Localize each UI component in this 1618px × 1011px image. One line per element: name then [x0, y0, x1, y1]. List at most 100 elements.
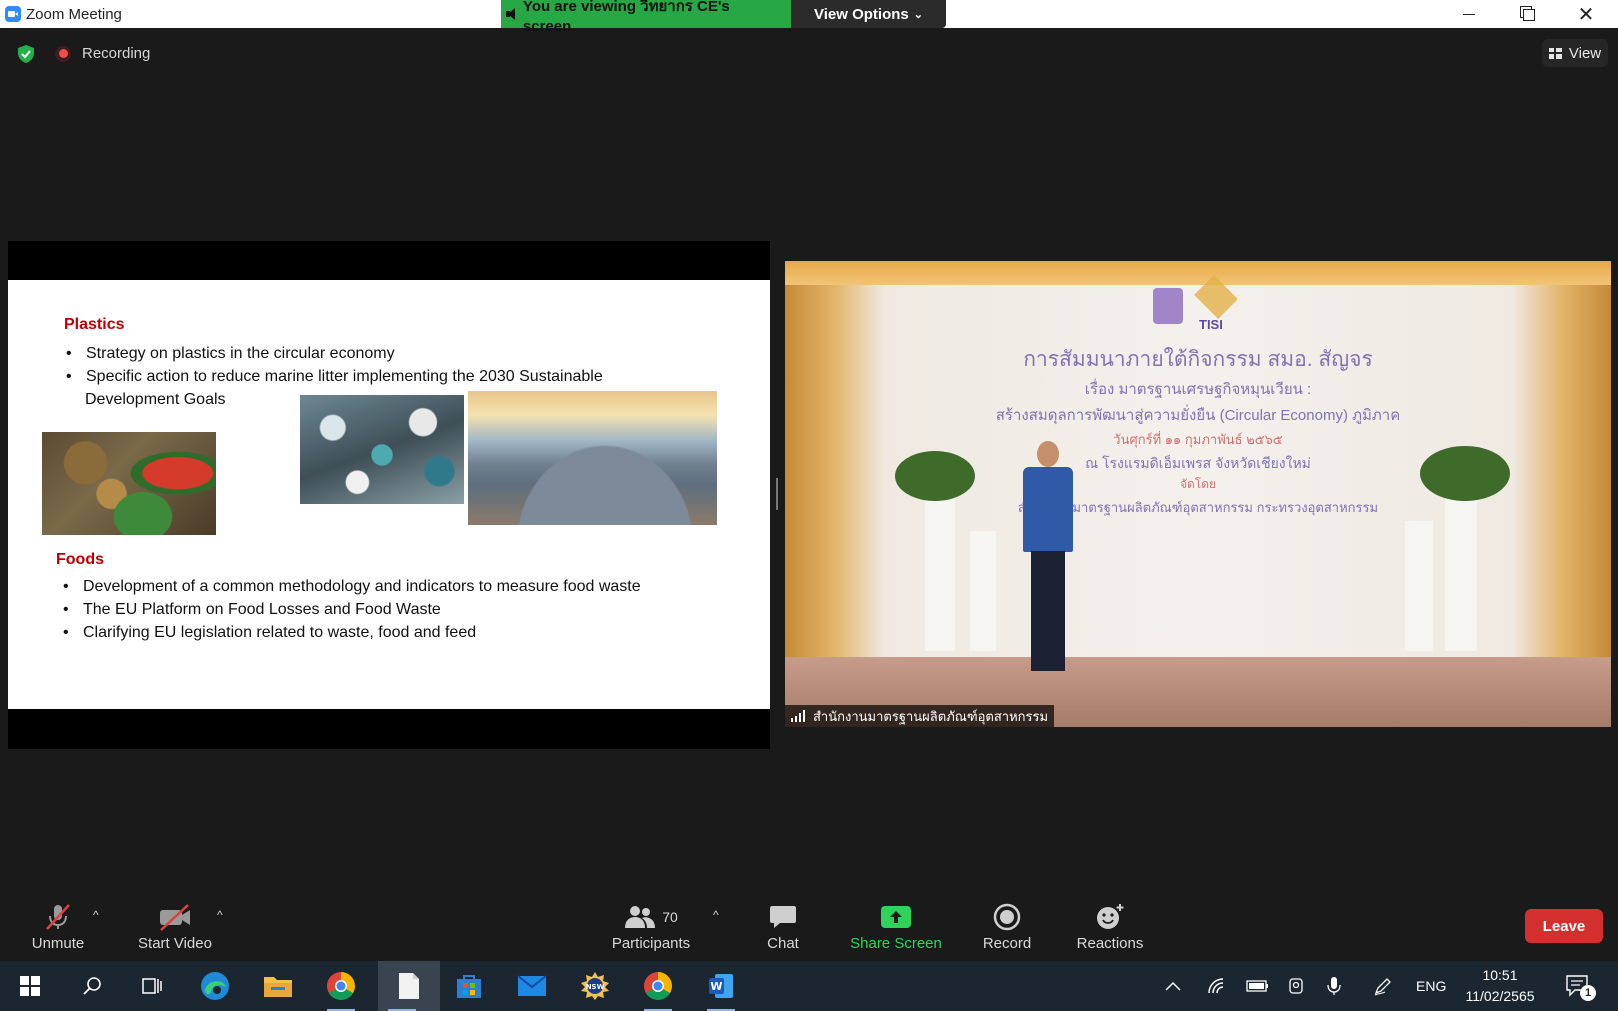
- participant-video-tile[interactable]: TISI การสัมมนาภายใต้กิจกรรม สมอ. สัญจร เ…: [785, 261, 1611, 727]
- start-video-button[interactable]: Start Video: [130, 902, 220, 952]
- language-indicator[interactable]: ENG: [1416, 961, 1446, 1011]
- battery-icon: [1246, 980, 1268, 992]
- participants-count: 70: [662, 909, 678, 925]
- signal-strength-icon: [791, 710, 805, 722]
- windows-start-button[interactable]: [6, 961, 54, 1011]
- task-view-button[interactable]: [128, 961, 176, 1011]
- share-screen-button[interactable]: Share Screen: [846, 902, 946, 952]
- zoom-meeting-window: Zoom Meeting ✕ You are viewing วิทยากร C…: [0, 0, 1618, 1011]
- clock-date: 11/02/2565: [1465, 988, 1535, 1004]
- foods-bullet: Development of a common methodology and …: [61, 575, 641, 598]
- plastic-waste-image: [300, 395, 464, 504]
- participants-label: Participants: [611, 935, 691, 952]
- view-options-button[interactable]: View Options ⌄: [791, 0, 946, 28]
- camera-tray[interactable]: [1287, 961, 1305, 1011]
- chrome-app[interactable]: [317, 961, 365, 1011]
- search-button[interactable]: [68, 961, 116, 1011]
- record-icon: [993, 903, 1021, 931]
- notepad-app[interactable]: [378, 961, 440, 1011]
- foods-bullet: Clarifying EU legislation related to was…: [61, 621, 641, 644]
- chevron-down-icon: ⌄: [913, 8, 923, 21]
- foods-heading: Foods: [56, 551, 104, 568]
- participant-name-tag: สำนักงานมาตรฐานผลิตภัณฑ์อุตสาหกรรม: [785, 705, 1055, 727]
- view-options-label: View Options: [814, 5, 909, 23]
- minimize-button[interactable]: [1446, 0, 1492, 28]
- plastics-bullet: Specific action to reduce marine litter …: [64, 365, 603, 388]
- stage-line: เรื่อง มาตรฐานเศรษฐกิจหมุนเวียน :: [1084, 381, 1312, 398]
- security-shield-icon[interactable]: [16, 44, 36, 64]
- reactions-button[interactable]: Reactions: [1070, 902, 1150, 952]
- clock[interactable]: 10:51 11/02/2565: [1458, 961, 1542, 1011]
- shared-screen: Plastics Strategy on plastics in the cir…: [8, 241, 770, 749]
- edge-app[interactable]: [191, 961, 239, 1011]
- stage-line: วันศุกร์ที่ ๑๑ กุมภาพันธ์ ๒๕๖๕: [1113, 432, 1283, 447]
- plastics-bullet-continuation: Development Goals: [85, 391, 226, 408]
- recording-icon: [55, 45, 71, 62]
- stage-curtain: [785, 261, 1611, 285]
- video-options-caret[interactable]: ^: [217, 908, 223, 922]
- word-app[interactable]: W: [697, 961, 745, 1011]
- ministry-logo: [1153, 288, 1183, 324]
- battery-tray[interactable]: [1246, 961, 1270, 1011]
- microphone-muted-icon: [46, 904, 70, 930]
- mail-icon: [517, 975, 547, 996]
- chrome-icon: [644, 972, 672, 1000]
- microsoft-store-app[interactable]: [445, 961, 493, 1011]
- network-tray[interactable]: [1207, 961, 1227, 1011]
- resize-handle[interactable]: [776, 478, 778, 510]
- reactions-icon: [1097, 904, 1124, 929]
- viewing-indicator: You are viewing วิทยากร CE's screen: [501, 0, 791, 35]
- grid-view-icon: [1548, 47, 1562, 59]
- landfill-image: [468, 391, 717, 525]
- audio-options-caret[interactable]: ^: [93, 908, 99, 922]
- stage-line: การสัมมนาภายใต้กิจกรรม สมอ. สัญจร: [1023, 348, 1373, 371]
- food-waste-image: [42, 432, 216, 535]
- pen-icon: [1374, 978, 1391, 996]
- tisi-logo-text: TISI: [1199, 317, 1223, 332]
- chat-icon: [770, 906, 796, 928]
- recording-indicator[interactable]: Recording: [55, 45, 150, 62]
- clock-time: 10:51: [1482, 967, 1518, 983]
- close-button[interactable]: ✕: [1563, 0, 1609, 28]
- view-button[interactable]: View: [1542, 39, 1608, 67]
- nsw-app[interactable]: NSW: [571, 961, 619, 1011]
- svg-text:W: W: [710, 980, 722, 993]
- start-video-label: Start Video: [138, 935, 212, 952]
- stage-pillar: [925, 491, 955, 651]
- record-button[interactable]: Record: [972, 902, 1042, 952]
- recording-label: Recording: [82, 45, 151, 62]
- stage-pillar: [970, 531, 996, 651]
- unmute-button[interactable]: Unmute: [18, 902, 98, 952]
- nsw-icon: NSW: [581, 972, 609, 1000]
- leave-button[interactable]: Leave: [1525, 909, 1603, 943]
- video-off-icon: [160, 904, 190, 931]
- window-title: Zoom Meeting: [26, 6, 122, 23]
- pen-tray[interactable]: [1373, 961, 1393, 1011]
- chrome-icon: [327, 972, 355, 1000]
- record-label: Record: [982, 935, 1032, 952]
- notifications-button[interactable]: 1: [1565, 961, 1596, 1011]
- mail-app[interactable]: [508, 961, 556, 1011]
- chevron-up-icon: [1165, 981, 1181, 991]
- chrome-app-2[interactable]: [634, 961, 682, 1011]
- show-hidden-icons-button[interactable]: [1165, 961, 1181, 1011]
- file-explorer-app[interactable]: [254, 961, 302, 1011]
- microphone-tray[interactable]: [1327, 961, 1341, 1011]
- svg-text:NSW: NSW: [586, 983, 605, 991]
- maximize-button[interactable]: [1504, 0, 1550, 28]
- stage-pillar: [1445, 491, 1477, 651]
- plastics-bullet: Strategy on plastics in the circular eco…: [64, 342, 603, 365]
- foods-bullet: The EU Platform on Food Losses and Food …: [61, 598, 641, 621]
- wifi-icon: [1208, 978, 1224, 994]
- plastics-heading: Plastics: [64, 316, 125, 333]
- participant-name: สำนักงานมาตรฐานผลิตภัณฑ์อุตสาหกรรม: [813, 708, 1049, 724]
- participants-button[interactable]: 70 Participants: [606, 902, 696, 952]
- document-icon: [399, 973, 419, 999]
- share-screen-label: Share Screen: [850, 935, 942, 952]
- participants-options-caret[interactable]: ^: [713, 908, 719, 922]
- webcam-icon: [1289, 978, 1303, 994]
- microphone-icon: [1327, 977, 1341, 995]
- stage-plant: [895, 451, 975, 501]
- chat-button[interactable]: Chat: [753, 902, 813, 952]
- folder-icon: [264, 977, 292, 997]
